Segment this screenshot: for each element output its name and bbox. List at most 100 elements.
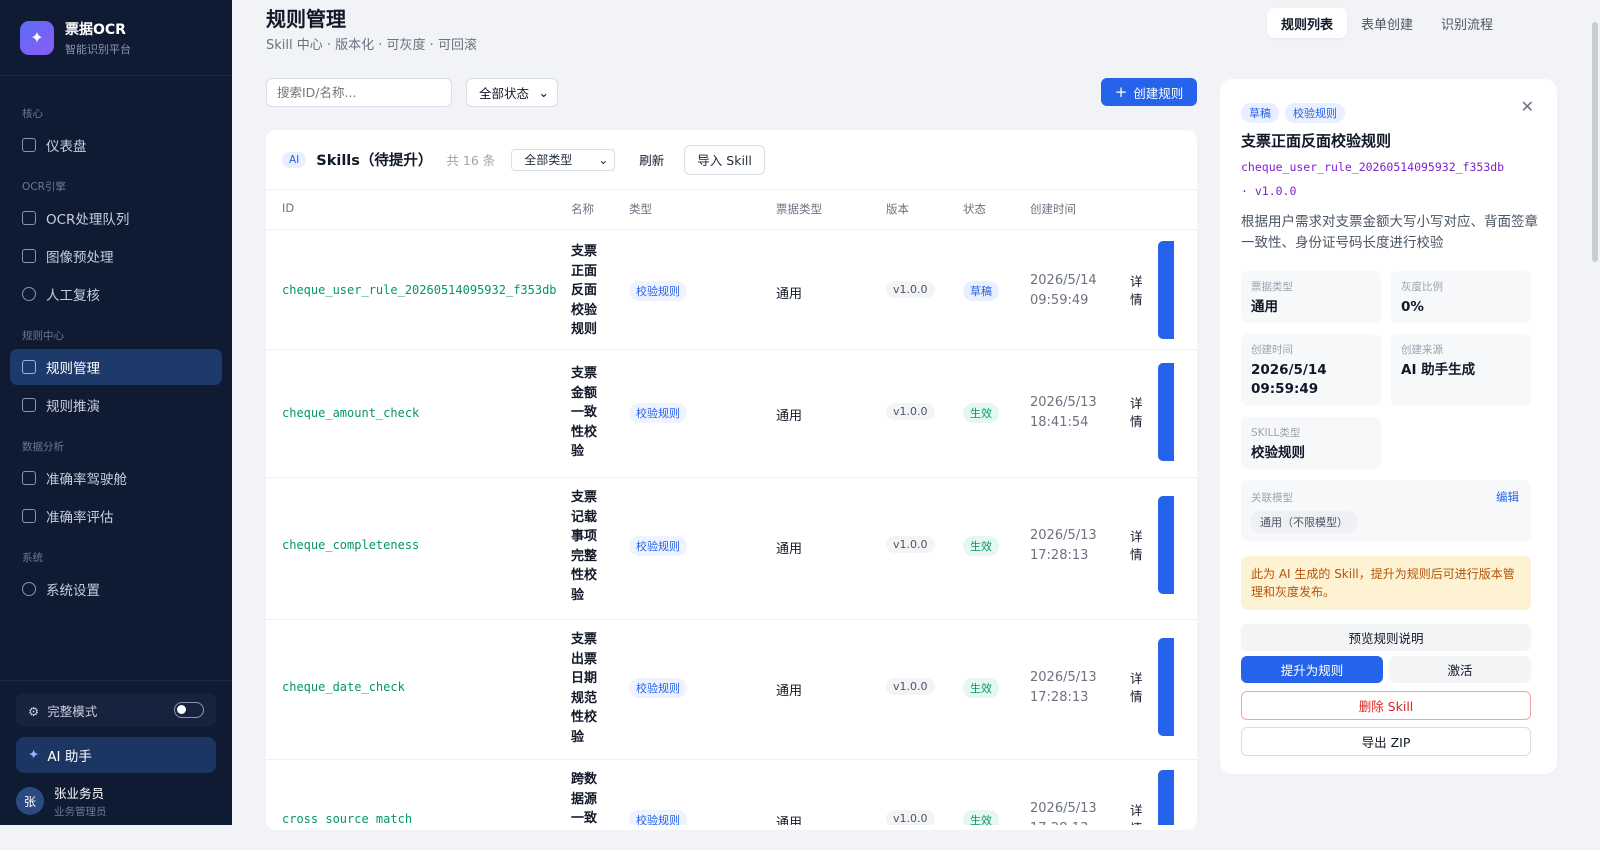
preview-rule-button[interactable]: 预览规则说明 [1241, 624, 1531, 651]
row-count: 共 16 条 [446, 153, 496, 168]
row-created-date: 2026/5/13 [1030, 528, 1097, 543]
eye-icon [22, 287, 36, 301]
column-header-created: 创建时间 [1030, 202, 1076, 216]
detail-link[interactable]: 详情 [1130, 273, 1144, 309]
table-header-bar: AI Skills（待提升） 共 16 条 全部类型 ⌄ 刷新 导入 Skill [266, 130, 1197, 190]
chevron-down-icon: ⌄ [538, 85, 549, 100]
row-action-button[interactable] [1158, 638, 1174, 736]
type-tag: 校验规则 [1285, 103, 1345, 123]
column-header-id: ID [282, 201, 295, 215]
list-icon [22, 211, 36, 225]
sidebar-item-review[interactable]: 人工复核 [10, 276, 222, 312]
edit-model-link[interactable]: 编辑 [1496, 489, 1519, 505]
sidebar-item-accuracy-eval[interactable]: 准确率评估 [10, 498, 222, 534]
refresh-button[interactable]: 刷新 [639, 150, 664, 169]
user-role: 业务管理员 [54, 806, 107, 818]
create-rule-button[interactable]: + 创建规则 [1101, 78, 1197, 106]
status-filter-select[interactable]: 全部状态 ⌄ [466, 78, 558, 107]
row-name: 支票正面反面校验规则 [571, 244, 598, 337]
sparkle-logo-icon: ✦ [20, 20, 54, 55]
sidebar-item-rule-simulation[interactable]: 规则推演 [10, 387, 222, 423]
row-action-button[interactable] [1158, 241, 1174, 339]
sidebar-item-label: 准确率驾驶舱 [46, 472, 127, 488]
view-tabs: 规则列表 表单创建 识别流程 [1267, 8, 1507, 38]
field-value: 2026/5/14 09:59:49 [1251, 362, 1327, 397]
import-skill-button[interactable]: 导入 Skill [684, 144, 765, 175]
row-action-button[interactable] [1158, 363, 1174, 461]
promote-to-rule-button[interactable]: 提升为规则 [1241, 656, 1383, 683]
ai-assistant-label: AI 助手 [47, 749, 92, 765]
status-badge: 生效 [963, 678, 999, 698]
create-rule-label: 创建规则 [1133, 85, 1184, 101]
sidebar: ✦ 票据OCR 智能识别平台 核心 仪表盘 OCR引擎 OCR处理队列 图像预处… [0, 0, 232, 825]
related-model-label: 关联模型 [1251, 492, 1293, 504]
nav-section-system: 系统 [22, 552, 43, 564]
detail-link[interactable]: 详情 [1130, 395, 1144, 431]
sidebar-item-settings[interactable]: 系统设置 [10, 571, 222, 607]
page-scrollbar[interactable] [1592, 22, 1598, 262]
field-value: AI 助手生成 [1401, 362, 1476, 378]
version-badge: v1.0.0 [886, 536, 935, 553]
sidebar-item-label: 规则管理 [46, 361, 100, 377]
avatar: 张 [16, 787, 44, 815]
column-header-status: 状态 [963, 202, 986, 216]
row-id: cheque_completeness [282, 538, 420, 552]
full-mode-toggle[interactable] [174, 702, 204, 718]
skill-version-text: · v1.0.0 [1241, 184, 1297, 198]
tab-rule-list[interactable]: 规则列表 [1267, 8, 1348, 38]
panel-title: 支票正面反面校验规则 [1241, 132, 1392, 150]
panel-skill-id: cheque_user_rule_20260514095932_f353db ·… [1241, 155, 1541, 203]
row-created-date: 2026/5/14 [1030, 273, 1097, 288]
brand-title: 票据OCR [65, 21, 126, 38]
promotion-notice: 此为 AI 生成的 Skill，提升为规则后可进行版本管理和灰度发布。 [1241, 556, 1531, 610]
detail-link[interactable]: 详情 [1130, 528, 1144, 564]
gear-icon [22, 582, 36, 596]
brand: ✦ 票据OCR 智能识别平台 [0, 0, 232, 76]
field-value: 通用 [1251, 299, 1278, 315]
column-header-name: 名称 [571, 202, 594, 216]
page-subtitle: Skill 中心 · 版本化 · 可灰度 · 可回滚 [266, 38, 477, 53]
row-created-date: 2026/5/13 [1030, 670, 1097, 685]
sidebar-item-ocr-queue[interactable]: OCR处理队列 [10, 200, 222, 236]
sidebar-item-dashboard[interactable]: 仪表盘 [10, 127, 222, 163]
search-input[interactable] [266, 78, 452, 107]
field-source: 创建来源 AI 助手生成 [1391, 334, 1531, 406]
status-badge: 生效 [963, 536, 999, 556]
skill-detail-panel: ✕ 草稿 校验规则 支票正面反面校验规则 cheque_user_rule_20… [1220, 79, 1557, 774]
field-value: 0% [1401, 299, 1424, 315]
field-created-time: 创建时间 2026/5/14 09:59:49 [1241, 334, 1381, 406]
tab-recognition-flow[interactable]: 识别流程 [1427, 8, 1507, 38]
sidebar-item-rule-management[interactable]: 规则管理 [10, 349, 222, 385]
detail-link[interactable]: 详情 [1130, 670, 1144, 706]
row-action-button[interactable] [1158, 496, 1174, 594]
type-filter-select[interactable]: 全部类型 ⌄ [511, 148, 616, 171]
type-badge: 校验规则 [629, 536, 687, 556]
row-created-time: 18:41:54 [1030, 415, 1089, 430]
row-created-time: 09:59:49 [1030, 293, 1089, 308]
tab-form-create[interactable]: 表单创建 [1347, 8, 1427, 38]
panel-tags: 草稿 校验规则 [1241, 103, 1351, 123]
chevron-down-icon: ⌄ [598, 152, 609, 167]
sidebar-item-label: 人工复核 [46, 288, 100, 304]
close-icon[interactable]: ✕ [1521, 97, 1534, 116]
user-profile[interactable]: 张 张业务员 业务管理员 [16, 783, 216, 819]
field-label: 灰度比例 [1401, 281, 1443, 293]
version-badge: v1.0.0 [886, 678, 935, 695]
delete-skill-button[interactable]: 删除 Skill [1241, 691, 1531, 720]
activate-button[interactable]: 激活 [1389, 656, 1531, 683]
export-zip-button[interactable]: 导出 ZIP [1241, 727, 1531, 756]
brand-subtitle: 智能识别平台 [65, 42, 131, 56]
full-mode-row: ⚙ 完整模式 [16, 693, 216, 727]
sidebar-item-accuracy-cockpit[interactable]: 准确率驾驶舱 [10, 460, 222, 496]
ai-assistant-button[interactable]: ✦ AI 助手 [16, 737, 216, 773]
sidebar-item-preprocess[interactable]: 图像预处理 [10, 238, 222, 274]
row-divider [266, 477, 1197, 478]
related-model-box: 关联模型 编辑 通用（不限模型） [1241, 480, 1531, 541]
ai-badge: AI [282, 151, 307, 168]
sparkle-icon: ✦ [28, 747, 40, 763]
grid-icon [22, 249, 36, 263]
bar-chart-icon [22, 471, 36, 485]
sidebar-item-label: OCR处理队列 [46, 212, 130, 228]
row-id: cheque_user_rule_20260514095932_f353db [282, 283, 557, 297]
gear-icon: ⚙ [28, 703, 40, 719]
